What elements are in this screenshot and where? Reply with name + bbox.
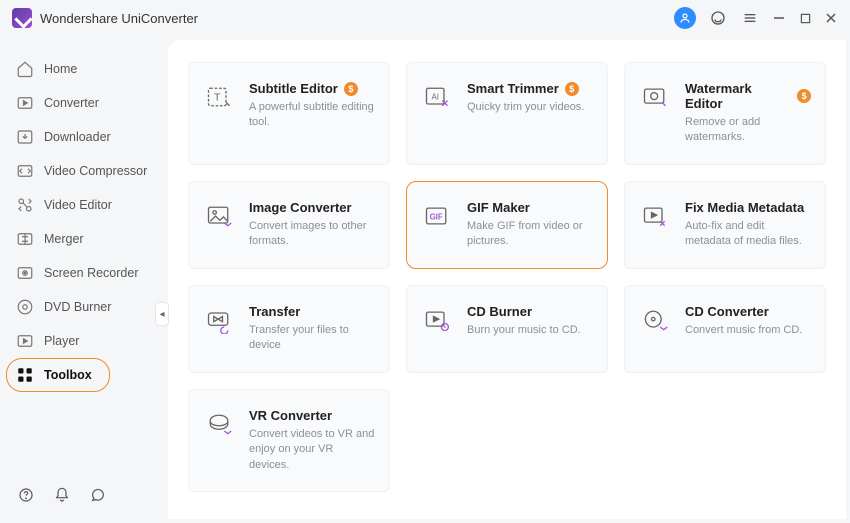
sidebar-item-merger[interactable]: Merger [0,222,168,256]
sidebar-item-label: Home [44,62,77,76]
player-icon [16,332,34,350]
sidebar-item-label: Player [44,334,79,348]
tool-description: Transfer your files to device [249,323,375,354]
support-icon[interactable] [708,8,728,28]
tool-description: Quicky trim your videos. [467,100,584,115]
sidebar-item-video-compressor[interactable]: Video Compressor [0,154,168,188]
merger-icon [16,230,34,248]
sidebar-item-label: Converter [44,96,99,110]
sidebar-item-label: DVD Burner [44,300,111,314]
sidebar-item-home[interactable]: Home [0,52,168,86]
tool-card-transfer[interactable]: Transfer Transfer your files to device [188,285,390,373]
tool-description: A powerful subtitle editing tool. [249,100,375,131]
sidebar-item-dvd-burner[interactable]: DVD Burner [0,290,168,324]
tool-card-fix-media-metadata[interactable]: Fix Media Metadata Auto-fix and edit meta… [624,181,826,269]
transfer-icon [203,304,235,336]
watermark-editor-icon [639,81,671,113]
tool-title: Watermark Editor [685,81,791,111]
tool-title: Subtitle Editor [249,81,338,96]
screen-recorder-icon [16,264,34,282]
tool-title: Image Converter [249,200,352,215]
main-content: T Subtitle Editor $ A powerful subtitle edi… [168,40,846,519]
user-account-icon[interactable] [674,7,696,29]
sidebar-item-player[interactable]: Player [0,324,168,358]
cd-burner-icon [421,304,453,336]
smart-trimmer-icon: AI [421,81,453,113]
maximize-icon[interactable] [798,11,812,25]
tool-title: CD Burner [467,304,532,319]
tool-card-cd-burner[interactable]: CD Burner Burn your music to CD. [406,285,608,373]
sidebar: Home Converter Downloader Video Compressor V… [0,36,168,523]
minimize-icon[interactable] [772,11,786,25]
tool-card-subtitle-editor[interactable]: T Subtitle Editor $ A powerful subtitle edi… [188,62,390,165]
tool-title: CD Converter [685,304,769,319]
collapse-sidebar-icon[interactable]: ◂ [155,302,169,326]
close-icon[interactable] [824,11,838,25]
app-title: Wondershare UniConverter [40,11,198,26]
subtitle-editor-icon: T [203,81,235,113]
sidebar-item-toolbox[interactable]: Toolbox [0,358,168,392]
toolbox-icon [16,366,34,384]
app-logo-icon [12,8,32,28]
dvd-burner-icon [16,298,34,316]
sidebar-item-label: Downloader [44,130,111,144]
tool-description: Convert music from CD. [685,323,802,338]
tool-description: Convert images to other formats. [249,219,375,250]
image-converter-icon [203,200,235,232]
sidebar-item-downloader[interactable]: Downloader [0,120,168,154]
tool-description: Remove or add watermarks. [685,115,811,146]
premium-badge-icon: $ [565,82,579,96]
tool-description: Make GIF from video or pictures. [467,219,593,250]
fix-media-metadata-icon [639,200,671,232]
tool-description: Burn your music to CD. [467,323,581,338]
tool-description: Convert videos to VR and enjoy on your V… [249,427,375,473]
downloader-icon [16,128,34,146]
tool-card-watermark-editor[interactable]: Watermark Editor $ Remove or add watermark… [624,62,826,165]
notification-icon[interactable] [52,485,72,505]
tool-title: Smart Trimmer [467,81,559,96]
tool-card-vr-converter[interactable]: VR Converter Convert videos to VR and enj… [188,389,390,492]
vr-converter-icon [203,408,235,440]
tool-card-cd-converter[interactable]: CD Converter Convert music from CD. [624,285,826,373]
video-compressor-icon [16,162,34,180]
sidebar-item-converter[interactable]: Converter [0,86,168,120]
premium-badge-icon: $ [344,82,358,96]
svg-text:AI: AI [432,93,439,102]
svg-text:T: T [214,92,221,104]
tool-title: Transfer [249,304,300,319]
tool-title: Fix Media Metadata [685,200,804,215]
premium-badge-icon: $ [797,89,811,103]
home-icon [16,60,34,78]
titlebar: Wondershare UniConverter [0,0,850,36]
tool-card-image-converter[interactable]: Image Converter Convert images to other f… [188,181,390,269]
tool-title: VR Converter [249,408,332,423]
tool-card-smart-trimmer[interactable]: AI Smart Trimmer $ Quicky trim your videos. [406,62,608,165]
sidebar-item-label: Merger [44,232,84,246]
tool-card-gif-maker[interactable]: GIF GIF Maker Make GIF from video or pictu… [406,181,608,269]
sidebar-item-label: Screen Recorder [44,266,139,280]
feedback-icon[interactable] [88,485,108,505]
gif-maker-icon: GIF [421,200,453,232]
tool-title: GIF Maker [467,200,530,215]
sidebar-item-video-editor[interactable]: Video Editor [0,188,168,222]
svg-text:GIF: GIF [430,212,443,221]
sidebar-item-screen-recorder[interactable]: Screen Recorder [0,256,168,290]
sidebar-item-label: Video Editor [44,198,112,212]
video-editor-icon [16,196,34,214]
sidebar-item-label: Toolbox [44,368,92,382]
menu-icon[interactable] [740,8,760,28]
help-icon[interactable] [16,485,36,505]
cd-converter-icon [639,304,671,336]
sidebar-item-label: Video Compressor [44,164,147,178]
tool-description: Auto-fix and edit metadata of media file… [685,219,811,250]
converter-icon [16,94,34,112]
